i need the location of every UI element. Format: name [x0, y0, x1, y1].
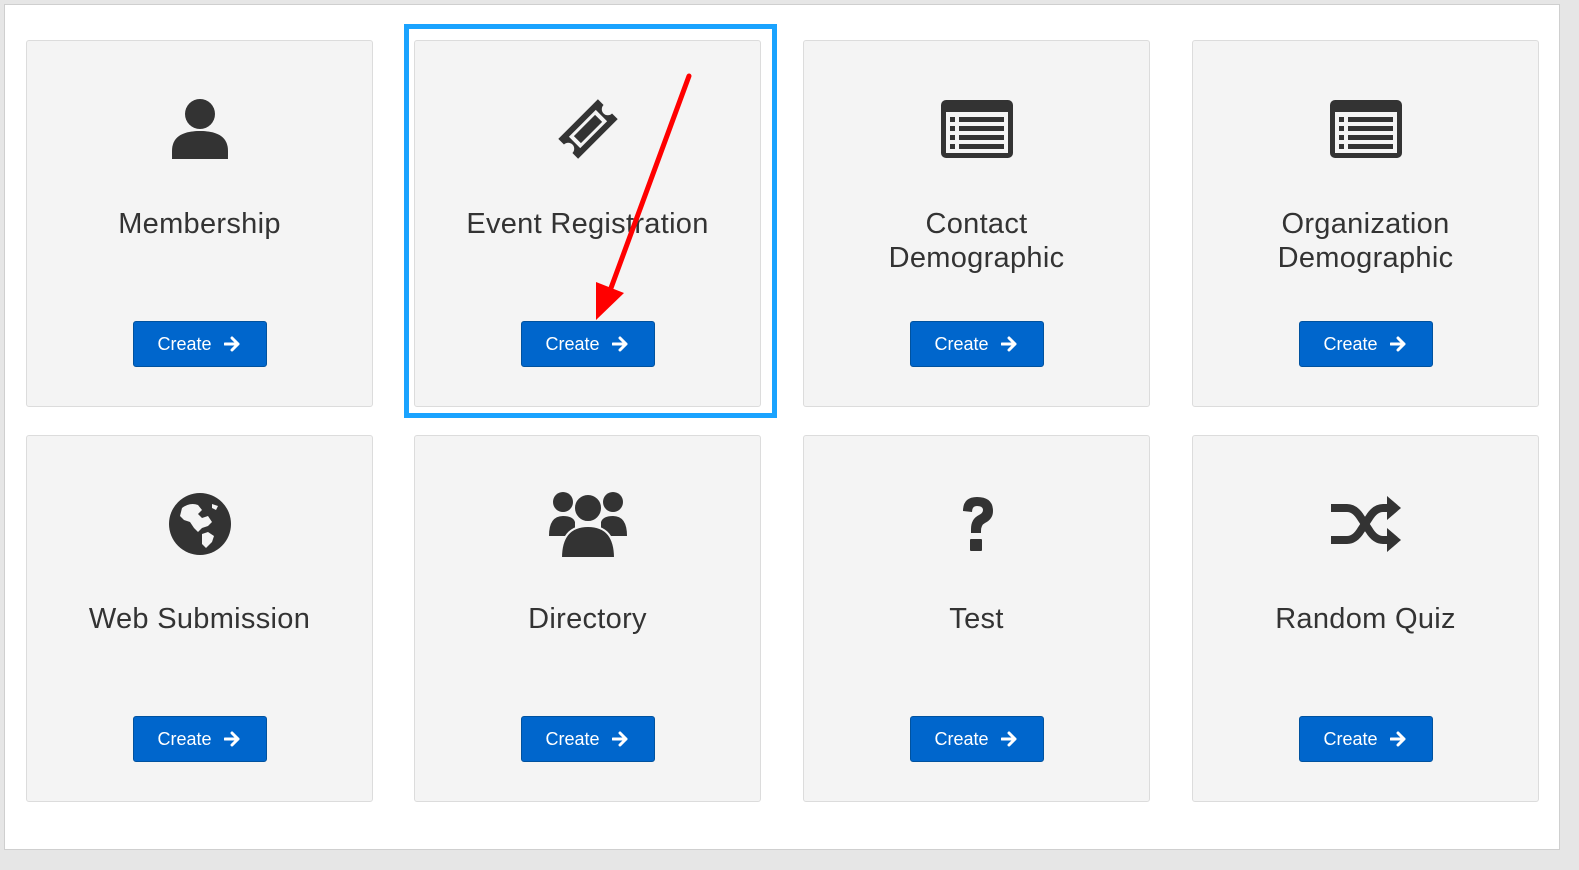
create-directory-button[interactable]: Create: [520, 716, 655, 762]
card-title: Random Quiz: [1275, 603, 1456, 635]
shuffle-icon: [1193, 488, 1538, 560]
list-icon: [1193, 93, 1538, 165]
create-event-registration-button[interactable]: Create: [520, 321, 655, 367]
create-membership-button[interactable]: Create: [132, 321, 267, 367]
card-title: Event Registration: [466, 208, 709, 240]
arrow-right-icon: [1389, 731, 1406, 747]
arrow-right-icon: [223, 336, 240, 352]
create-button-label: Create: [157, 728, 212, 749]
card-title: Test: [949, 603, 1004, 635]
create-button-label: Create: [545, 333, 600, 354]
card-web-submission: Web Submission Create: [26, 435, 373, 802]
card-organization-demographic: Organization Demographic Create: [1192, 40, 1539, 407]
create-organization-demographic-button[interactable]: Create: [1298, 321, 1433, 367]
create-button-label: Create: [934, 333, 989, 354]
create-contact-demographic-button[interactable]: Create: [909, 321, 1044, 367]
ticket-icon: [415, 93, 760, 165]
arrow-right-icon: [611, 731, 628, 747]
arrow-right-icon: [1389, 336, 1406, 352]
card-directory: Directory Create: [414, 435, 761, 802]
create-button-label: Create: [934, 728, 989, 749]
arrow-right-icon: [223, 731, 240, 747]
create-button-label: Create: [1323, 333, 1378, 354]
arrow-right-icon: [611, 336, 628, 352]
card-random-quiz: Random Quiz Create: [1192, 435, 1539, 802]
create-test-button[interactable]: Create: [909, 716, 1044, 762]
arrow-right-icon: [1000, 336, 1017, 352]
card-contact-demographic: Contact Demographic Create: [803, 40, 1150, 407]
create-random-quiz-button[interactable]: Create: [1298, 716, 1433, 762]
globe-icon: [27, 488, 372, 560]
card-membership: Membership Create: [26, 40, 373, 407]
question-icon: [804, 488, 1149, 560]
card-title: Web Submission: [88, 603, 311, 635]
users-icon: [415, 488, 760, 560]
list-icon: [804, 93, 1149, 165]
create-button-label: Create: [157, 333, 212, 354]
user-icon: [27, 93, 372, 165]
create-button-label: Create: [545, 728, 600, 749]
card-title: Organization Demographic: [1277, 208, 1454, 274]
create-button-label: Create: [1323, 728, 1378, 749]
card-title: Membership: [118, 208, 281, 240]
arrow-right-icon: [1000, 731, 1017, 747]
create-web-submission-button[interactable]: Create: [132, 716, 267, 762]
card-title: Directory: [528, 603, 647, 635]
card-title: Contact Demographic: [888, 208, 1065, 274]
card-test: Test Create: [803, 435, 1150, 802]
card-event-registration: Event Registration Create: [414, 40, 761, 407]
